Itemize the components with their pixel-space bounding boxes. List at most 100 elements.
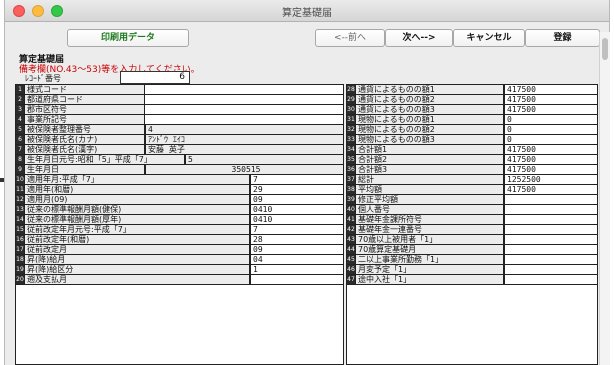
total-1-field[interactable]: 417500 [504,145,597,154]
form-row-45: 45 二以上事業所勤務「1」 [347,255,597,265]
mid-year-join-field[interactable] [504,275,597,284]
form-row-11: 11 適用年(和暦) 29 [16,185,343,195]
row-number: 44 [347,245,356,254]
form-row-32: 32 現物によるものの額2 0 [347,125,597,135]
insured-name-kanji-field[interactable]: 安藤 英子 [145,145,343,154]
form-row-8: 8 生年月日元号:昭和「5」平成「7」 5 [16,155,343,165]
row-number: 19 [16,265,25,274]
field-label: 個人番号 [356,205,504,214]
form-row-38: 38 平均額 417500 [347,185,597,195]
form-row-40: 40 個人番号 [347,205,597,215]
row-number: 40 [347,205,356,214]
print-data-button[interactable]: 印刷用データ [67,29,189,47]
form-row-34: 34 合計額1 417500 [347,145,597,155]
cash-amount-1-field[interactable]: 417500 [504,85,597,94]
field-label: 平均額 [356,185,504,194]
form-row-29: 29 通貨によるものの額2 417500 [347,95,597,105]
average-amount-field[interactable]: 417500 [504,185,597,194]
right-field-grid: 28 通貨によるものの額1 417500 29 通貨によるものの額2 417500 30… [346,84,598,365]
field-label: 月変予定「1」 [356,265,504,274]
form-row-36: 36 合計額3 417500 [347,165,597,175]
row-number: 34 [347,145,356,154]
row-number: 17 [16,245,25,254]
field-label: 通貨によるものの額3 [356,105,504,114]
retro-payment-month-field[interactable] [250,275,343,284]
grand-total-field[interactable]: 1252500 [504,175,597,184]
row-number: 15 [16,225,25,234]
over-70-employee-field[interactable] [504,235,597,244]
field-label: 基礎年金一連番号 [356,225,504,234]
form-row-33: 33 現物によるものの額3 0 [347,135,597,145]
row-number: 45 [347,255,356,264]
prev-standard-health-field[interactable]: 0410 [250,205,343,214]
row-number: 47 [347,275,356,284]
in-kind-amount-2-field[interactable]: 0 [504,125,597,134]
row-number: 43 [347,235,356,244]
field-label: 従前改定月 [25,245,250,254]
register-button[interactable]: 登録 [525,29,600,47]
field-label: 適用年(和暦) [25,185,250,194]
form-row-43: 43 70歳以上被用者「1」 [347,235,597,245]
monthly-change-planned-field[interactable] [504,265,597,274]
toolbar: 印刷用データ <--前へ 次へ--> キャンセル 登録 [5,24,609,48]
form-row-46: 46 月変予定「1」 [347,265,597,275]
form-row-44: 44 70歳算定基礎月 [347,245,597,255]
row-number: 35 [347,155,356,164]
multiple-offices-field[interactable] [504,255,597,264]
form-row-20: 20 遡及支払月 [16,275,343,285]
row-number: 20 [16,275,25,284]
in-kind-amount-3-field[interactable]: 0 [504,135,597,144]
row-number: 9 [16,165,25,174]
cancel-button[interactable]: キャンセル [453,29,525,47]
in-kind-amount-1-field[interactable]: 0 [504,115,597,124]
total-2-field[interactable]: 417500 [504,155,597,164]
birth-era-field[interactable]: 5 [185,155,343,164]
my-number-field[interactable] [504,205,597,214]
scrollbar-thumb[interactable] [602,38,608,60]
field-label: 郡市区符号 [25,105,145,114]
row-number: 12 [16,195,25,204]
row-number: 30 [347,105,356,114]
insured-number-field[interactable]: 4 [145,125,343,134]
applied-month-field[interactable]: 09 [250,195,343,204]
row-number: 3 [16,105,25,114]
form-row-5: 5 被保険者整理番号 4 [16,125,343,135]
form-row-18: 18 昇(降)給月 04 [16,255,343,265]
row-number: 5 [16,125,25,134]
cash-amount-2-field[interactable]: 417500 [504,95,597,104]
insured-name-kana-field[interactable]: ｱﾝﾄﾞｳ ｴｲｺ [145,135,343,144]
field-label: 事業所記号 [25,115,145,124]
corrected-average-field[interactable] [504,195,597,204]
total-3-field[interactable]: 417500 [504,165,597,174]
row-number: 16 [16,235,25,244]
row-number: 36 [347,165,356,174]
form-row-42: 42 基礎年金一連番号 [347,225,597,235]
record-number-field[interactable]: 6 [120,71,190,84]
form-row-28: 28 通貨によるものの額1 417500 [347,85,597,95]
birth-date-field[interactable]: 350515 [145,165,343,174]
raise-type-field[interactable]: 1 [250,265,343,274]
prev-standard-pension-field[interactable]: 0410 [250,215,343,224]
form-row-14: 14 従来の標準報酬月額(厚年) 0410 [16,215,343,225]
field-label: 生年月日 [25,165,145,174]
vertical-scrollbar[interactable] [599,32,610,365]
form-row-17: 17 従前改定月 09 [16,245,343,255]
field-label: 二以上事業所勤務「1」 [356,255,504,264]
prev-revision-month-field[interactable]: 09 [250,245,343,254]
applied-era-field[interactable]: 7 [250,175,343,184]
previous-button[interactable]: <--前へ [315,29,385,47]
title-bar[interactable]: 算定基礎届 [5,0,609,22]
applied-year-field[interactable]: 29 [250,185,343,194]
raise-month-field[interactable]: 04 [250,255,343,264]
prev-revision-year-field[interactable]: 28 [250,235,343,244]
row-number: 2 [16,95,25,104]
basic-pension-serial-field[interactable] [504,225,597,234]
basic-pension-office-code-field[interactable] [504,215,597,224]
field-label: 現物によるものの額3 [356,135,504,144]
over-70-basis-month-field[interactable] [504,245,597,254]
next-button[interactable]: 次へ--> [385,29,453,47]
prev-revision-era-field[interactable]: 7 [250,225,343,234]
field-label: 基礎年金課所符号 [356,215,504,224]
field-label: 昇(降)給区分 [25,265,250,274]
cash-amount-3-field[interactable]: 417500 [504,105,597,114]
